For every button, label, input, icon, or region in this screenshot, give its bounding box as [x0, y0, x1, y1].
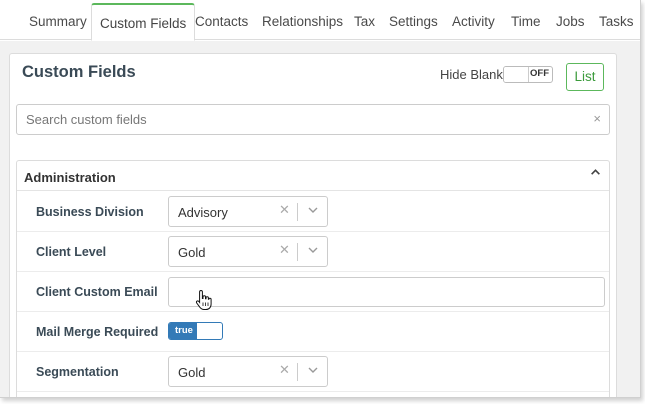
chevron-down-icon[interactable] [306, 363, 320, 377]
field-label: Business Division [36, 205, 144, 219]
select-value: Gold [178, 245, 206, 260]
select-value: Gold [178, 365, 206, 380]
field-label: Mail Merge Required [36, 325, 159, 339]
search-input[interactable] [17, 105, 587, 134]
field-label: Client Custom Email [36, 285, 158, 299]
tab-tasks[interactable]: Tasks [599, 4, 634, 40]
tab-time[interactable]: Time [511, 4, 541, 40]
clear-icon[interactable]: ✕ [279, 242, 290, 258]
field-row-segmentation: Segmentation Gold ✕ [17, 352, 609, 392]
clear-icon[interactable]: ✕ [279, 202, 290, 218]
clear-search-icon[interactable]: × [593, 111, 601, 126]
tab-contacts[interactable]: Contacts [195, 4, 248, 40]
client-custom-email-field[interactable] [168, 277, 605, 307]
custom-fields-panel: Custom Fields Hide Blank OFF List × Admi… [9, 53, 617, 397]
list-button[interactable]: List [566, 63, 604, 91]
panel-title: Custom Fields [22, 63, 136, 81]
field-row-mail-merge-required: Mail Merge Required true [17, 312, 609, 352]
toggle-state: true [175, 325, 193, 336]
chevron-down-icon[interactable] [306, 203, 320, 217]
select-value: Advisory [178, 205, 228, 220]
section-administration: Administration Business Division Advisor… [16, 160, 610, 397]
select-separator [297, 363, 298, 381]
page-body: Custom Fields Hide Blank OFF List × Admi… [0, 41, 640, 397]
chevron-down-icon[interactable] [306, 243, 320, 257]
hide-blank-toggle-state: OFF [530, 68, 549, 79]
mail-merge-required-toggle[interactable]: true [168, 322, 223, 340]
tab-bar: Summary Custom Fields Contacts Relations… [0, 0, 640, 41]
tab-relationships[interactable]: Relationships [262, 4, 343, 40]
tab-jobs[interactable]: Jobs [556, 4, 585, 40]
tab-activity[interactable]: Activity [452, 4, 495, 40]
field-row-client-custom-email: Client Custom Email [17, 272, 609, 312]
clear-icon[interactable]: ✕ [279, 362, 290, 378]
tab-summary[interactable]: Summary [29, 4, 87, 40]
hide-blank-label: Hide Blank [440, 67, 503, 82]
tab-custom-fields[interactable]: Custom Fields [91, 3, 196, 41]
field-label: Client Level [36, 245, 107, 259]
search-box: × [16, 104, 610, 135]
business-division-select[interactable]: Advisory ✕ [168, 196, 328, 227]
client-level-select[interactable]: Gold ✕ [168, 236, 328, 267]
field-row-client-level: Client Level Gold ✕ [17, 232, 609, 272]
chevron-up-icon[interactable] [590, 167, 601, 181]
tab-tax[interactable]: Tax [354, 4, 375, 40]
hand-pointer-icon [195, 289, 212, 310]
segmentation-select[interactable]: Gold ✕ [168, 356, 328, 387]
section-title: Administration [24, 170, 116, 185]
tab-settings[interactable]: Settings [389, 4, 438, 40]
section-header[interactable]: Administration [17, 161, 609, 191]
window: Summary Custom Fields Contacts Relations… [0, 0, 641, 398]
select-separator [297, 243, 298, 261]
hide-blank-toggle[interactable]: OFF [503, 66, 553, 83]
select-separator [297, 203, 298, 221]
field-row-business-division: Business Division Advisory ✕ [17, 192, 609, 232]
toggle-knob [504, 67, 529, 82]
field-label: Segmentation [36, 365, 119, 379]
